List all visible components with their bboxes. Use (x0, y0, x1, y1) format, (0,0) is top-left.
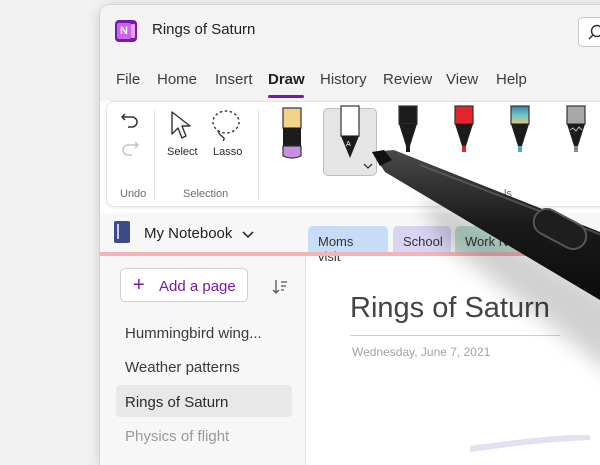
add-page-label: Add a page (159, 278, 236, 295)
notebook-name[interactable]: My Notebook (144, 225, 232, 242)
pen-black-icon[interactable] (393, 104, 423, 156)
tab-history[interactable]: History (320, 71, 367, 88)
pen-glitter-icon[interactable] (561, 104, 591, 156)
tab-review[interactable]: Review (383, 71, 432, 88)
pen-white-icon[interactable]: A (335, 104, 365, 166)
onenote-window: N Rings of Saturn File Home Insert Draw … (100, 5, 600, 465)
lasso-icon[interactable] (209, 108, 243, 142)
highlighter-yellow-icon[interactable] (277, 106, 307, 162)
page-title[interactable]: Rings of Saturn (350, 292, 550, 325)
page-item-rings-of-saturn[interactable]: Rings of Saturn (116, 385, 292, 417)
ribbon-divider (258, 110, 259, 200)
notebook-icon (114, 221, 130, 243)
menu-bar: File Home Insert Draw History Review Vie… (100, 57, 600, 101)
tab-home[interactable]: Home (157, 71, 197, 88)
svg-text:A: A (346, 141, 351, 148)
tools-group-label: ls (504, 188, 512, 200)
page-date: Wednesday, June 7, 2021 (352, 345, 490, 359)
ink-stroke (470, 435, 590, 455)
sort-icon[interactable] (272, 279, 288, 295)
title-bar: N Rings of Saturn (100, 5, 600, 57)
lasso-button-label[interactable]: Lasso (213, 146, 242, 158)
tab-draw[interactable]: Draw (268, 71, 305, 88)
page-item-hummingbird[interactable]: Hummingbird wing... (116, 316, 292, 348)
search-button[interactable] (578, 17, 600, 47)
page-item-physics[interactable]: Physics of flight (116, 419, 292, 451)
selection-group-label: Selection (183, 188, 228, 200)
pen-options-chevron-icon[interactable] (363, 162, 373, 170)
select-button-label[interactable]: Select (167, 146, 198, 158)
tab-file[interactable]: File (116, 71, 140, 88)
tab-insert[interactable]: Insert (215, 71, 253, 88)
page-title-underline (350, 335, 560, 336)
active-tab-indicator (268, 95, 304, 98)
tab-view[interactable]: View (446, 71, 478, 88)
pen-red-icon[interactable] (449, 104, 479, 156)
pen-galaxy-icon[interactable] (505, 104, 535, 156)
onenote-icon: N (115, 20, 137, 42)
select-cursor-icon[interactable] (169, 110, 193, 142)
tab-help[interactable]: Help (496, 71, 527, 88)
undo-icon[interactable] (119, 108, 141, 130)
window-title: Rings of Saturn (152, 21, 255, 38)
redo-icon[interactable] (119, 136, 141, 158)
add-page-button[interactable]: + Add a page (120, 268, 248, 302)
undo-group-label: Undo (120, 188, 146, 200)
draw-ribbon: Undo Select Lasso Selection A (106, 101, 600, 207)
chevron-down-icon[interactable] (242, 231, 254, 239)
plus-icon: + (133, 274, 145, 297)
search-icon (587, 24, 600, 42)
ribbon-divider (154, 110, 155, 200)
page-item-weather[interactable]: Weather patterns (116, 350, 292, 382)
